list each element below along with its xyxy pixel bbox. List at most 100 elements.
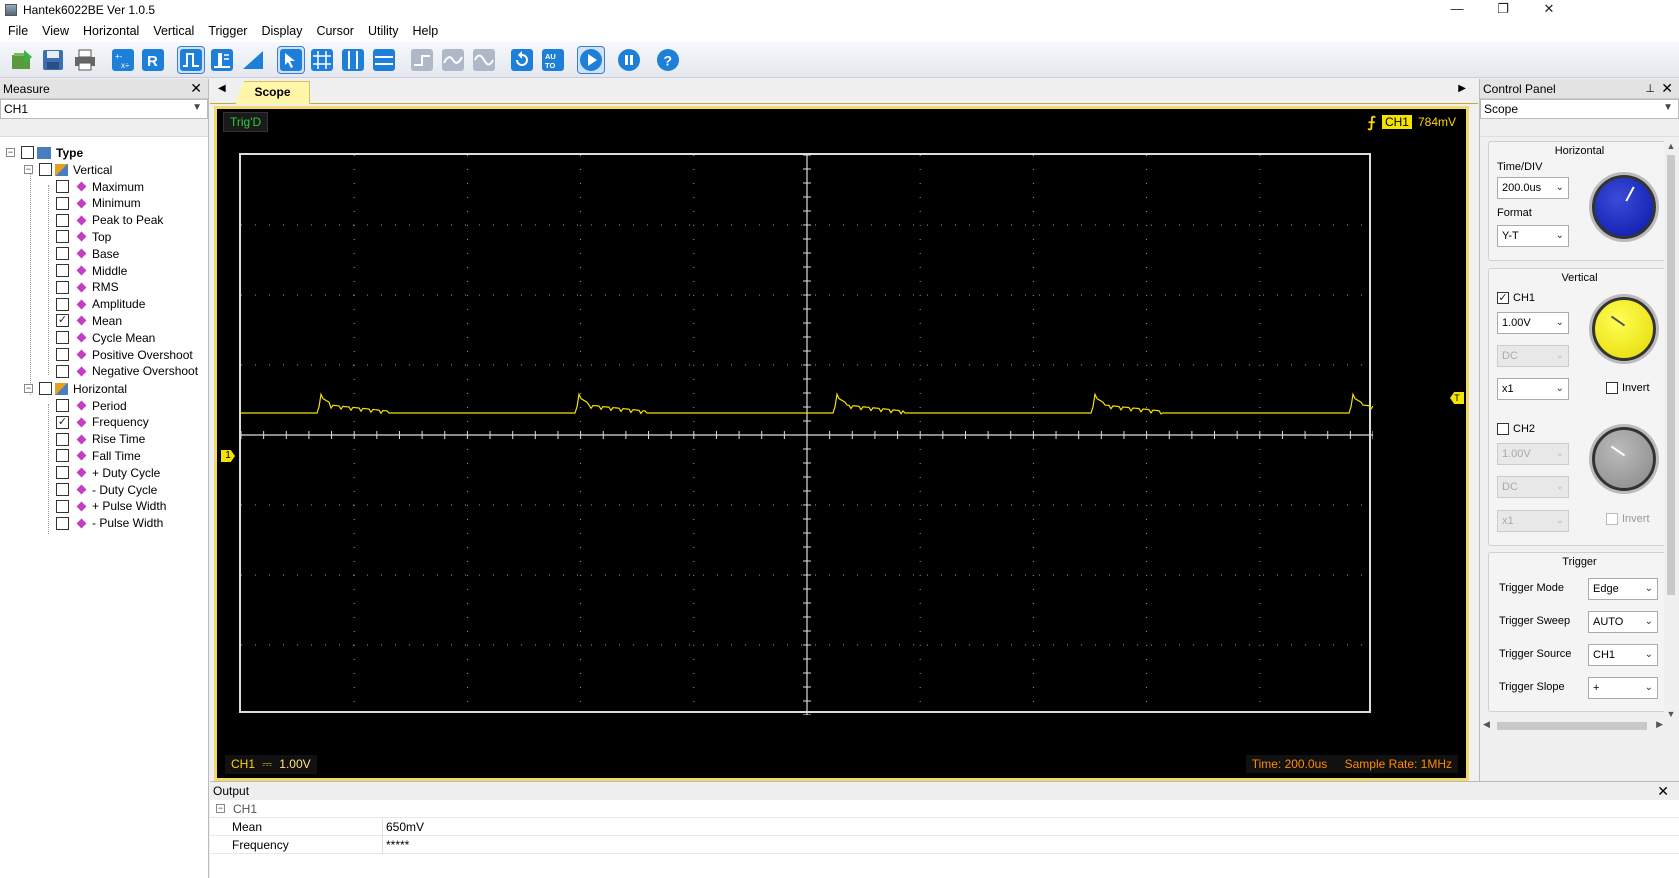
measure-item-period[interactable]: Period	[56, 397, 127, 414]
save-icon[interactable]	[40, 47, 66, 73]
horizontal-checkbox[interactable]	[39, 382, 52, 395]
ch1-enable[interactable]: ✓ CH1	[1497, 292, 1535, 304]
ch1-volts-select[interactable]: 1.00V ⌄	[1497, 312, 1569, 334]
measure-item-checkbox[interactable]	[56, 213, 69, 227]
measure-item-duty-cycle[interactable]: - Duty Cycle	[56, 481, 157, 498]
ch1-invert[interactable]: Invert	[1606, 382, 1650, 394]
tab-scroll-left-icon[interactable]: ◀	[218, 83, 226, 94]
reset-icon[interactable]	[509, 47, 535, 73]
reference-icon[interactable]: R	[140, 47, 166, 73]
measure-item-top[interactable]: Top	[56, 228, 111, 245]
measure-item-amplitude[interactable]: Amplitude	[56, 296, 145, 313]
grid-icon[interactable]	[309, 47, 335, 73]
menu-help[interactable]: Help	[413, 24, 439, 38]
waveform-grid[interactable]	[239, 153, 1373, 715]
ch2-invert[interactable]: Invert	[1606, 513, 1650, 525]
measure-item-pulse-width[interactable]: + Pulse Width	[56, 498, 166, 515]
measure-item-base[interactable]: Base	[56, 245, 119, 262]
pin-icon[interactable]: ⊥	[1645, 82, 1655, 95]
run-icon[interactable]	[577, 46, 605, 74]
measure-item-duty-cycle[interactable]: + Duty Cycle	[56, 464, 160, 481]
measure-channel-select[interactable]: CH1 ▼	[0, 99, 208, 119]
measure-item-peak-to-peak[interactable]: Peak to Peak	[56, 212, 163, 229]
scroll-left-icon[interactable]: ◀	[1483, 719, 1490, 730]
measure-item-checkbox[interactable]	[56, 466, 69, 480]
measure-item-checkbox[interactable]	[56, 180, 69, 193]
ch1-probe-select[interactable]: x1 ⌄	[1497, 378, 1569, 400]
collapse-icon[interactable]: −	[24, 384, 33, 393]
scroll-up-icon[interactable]: ▲	[1664, 141, 1678, 151]
help-icon[interactable]: ?	[655, 47, 681, 73]
measure-item-positive-overshoot[interactable]: Positive Overshoot	[56, 346, 193, 363]
print-icon[interactable]	[72, 47, 98, 73]
measure-close-button[interactable]: ✕	[190, 80, 202, 97]
timediv-select[interactable]: 200.0us ⌄	[1497, 177, 1569, 199]
cursor-vertical-icon[interactable]	[340, 47, 366, 73]
timebase-knob[interactable]	[1592, 175, 1656, 239]
ch2-volts-select[interactable]: 1.00V ⌄	[1497, 443, 1569, 465]
cursor-horizontal-icon[interactable]	[371, 47, 397, 73]
ch1-enable-checkbox[interactable]: ✓	[1497, 292, 1509, 304]
tab-scroll-right-icon[interactable]: ▶	[1458, 83, 1466, 94]
control-close-button[interactable]: ✕	[1661, 80, 1673, 97]
ch2-enable-checkbox[interactable]	[1497, 423, 1509, 435]
open-icon[interactable]	[10, 47, 36, 73]
measure-item-checkbox[interactable]	[56, 364, 69, 378]
measure-item-maximum[interactable]: Maximum	[56, 178, 144, 195]
measure-item-checkbox[interactable]	[56, 247, 69, 261]
measure-item-checkbox[interactable]	[56, 297, 69, 311]
measure-item-checkbox[interactable]	[56, 432, 69, 446]
ch1-invert-checkbox[interactable]	[1606, 382, 1618, 394]
measure-item-checkbox[interactable]	[56, 449, 69, 463]
measure-item-checkbox[interactable]	[56, 331, 69, 345]
ch2-invert-checkbox[interactable]	[1606, 513, 1618, 525]
measure-item-checkbox[interactable]	[56, 499, 69, 513]
scrollbar-thumb[interactable]	[1667, 155, 1675, 595]
ch2-enable[interactable]: CH2	[1497, 423, 1535, 435]
measure-item-fall-time[interactable]: Fall Time	[56, 447, 141, 464]
ch2-volts-knob[interactable]	[1592, 427, 1656, 491]
measure-item-checkbox[interactable]: ✓	[56, 415, 69, 429]
measure-item-frequency[interactable]: ✓ Frequency	[56, 414, 149, 431]
measure-item-checkbox[interactable]	[56, 483, 69, 496]
math-icon[interactable]: +- x÷	[110, 47, 136, 73]
ch1-coupling-select[interactable]: DC ⌄	[1497, 345, 1569, 367]
trigger-slope-select[interactable]: + ⌄	[1588, 677, 1658, 699]
scroll-down-icon[interactable]: ▼	[1664, 709, 1678, 719]
collapse-icon[interactable]: −	[24, 165, 33, 174]
measure-item-mean[interactable]: ✓ Mean	[56, 312, 122, 329]
measure-item-checkbox[interactable]	[56, 196, 69, 210]
auto-icon[interactable]: AU TO	[540, 47, 566, 73]
smooth-wave-icon[interactable]	[440, 47, 466, 73]
trigger-source-select[interactable]: CH1 ⌄	[1588, 644, 1658, 666]
trigger-level-marker[interactable]: T	[1450, 392, 1464, 404]
type-checkbox[interactable]	[21, 146, 34, 159]
scrollbar-thumb[interactable]	[1497, 722, 1647, 730]
control-horizontal-scrollbar[interactable]: ◀ ▶	[1481, 719, 1665, 733]
close-window-button[interactable]: ✕	[1526, 0, 1572, 20]
vertical-checkbox[interactable]	[39, 163, 52, 176]
measure-item-middle[interactable]: Middle	[56, 262, 127, 279]
output-close-button[interactable]: ✕	[1657, 783, 1669, 800]
menu-view[interactable]: View	[42, 24, 69, 38]
measure-item-cycle-mean[interactable]: Cycle Mean	[56, 329, 155, 346]
measure-item-pulse-width[interactable]: - Pulse Width	[56, 515, 163, 532]
minimize-button[interactable]: —	[1434, 0, 1480, 20]
measure-item-rise-time[interactable]: Rise Time	[56, 431, 145, 448]
scope-display[interactable]: Trig'D ⨍ CH1 784mV 1 T CH1 ⎓ 1.00V Time:…	[217, 109, 1466, 778]
ch2-coupling-select[interactable]: DC ⌄	[1497, 476, 1569, 498]
measure-item-minimum[interactable]: Minimum	[56, 195, 141, 212]
scroll-right-icon[interactable]: ▶	[1656, 719, 1663, 730]
measure-item-rms[interactable]: RMS	[56, 279, 119, 296]
menu-vertical[interactable]: Vertical	[153, 24, 194, 38]
control-vertical-scrollbar[interactable]: ▲ ▼	[1664, 141, 1678, 719]
measure-item-checkbox[interactable]	[56, 230, 69, 244]
ch2-channel-icon[interactable]	[209, 47, 235, 73]
measure-item-checkbox[interactable]	[56, 280, 69, 294]
menu-file[interactable]: File	[8, 24, 28, 38]
maximize-button[interactable]: ❐	[1480, 0, 1526, 20]
cursor-select-icon[interactable]	[277, 46, 305, 74]
control-mode-select[interactable]: Scope ▼	[1480, 99, 1679, 119]
measure-item-checkbox[interactable]	[56, 264, 69, 277]
menu-trigger[interactable]: Trigger	[208, 24, 247, 38]
